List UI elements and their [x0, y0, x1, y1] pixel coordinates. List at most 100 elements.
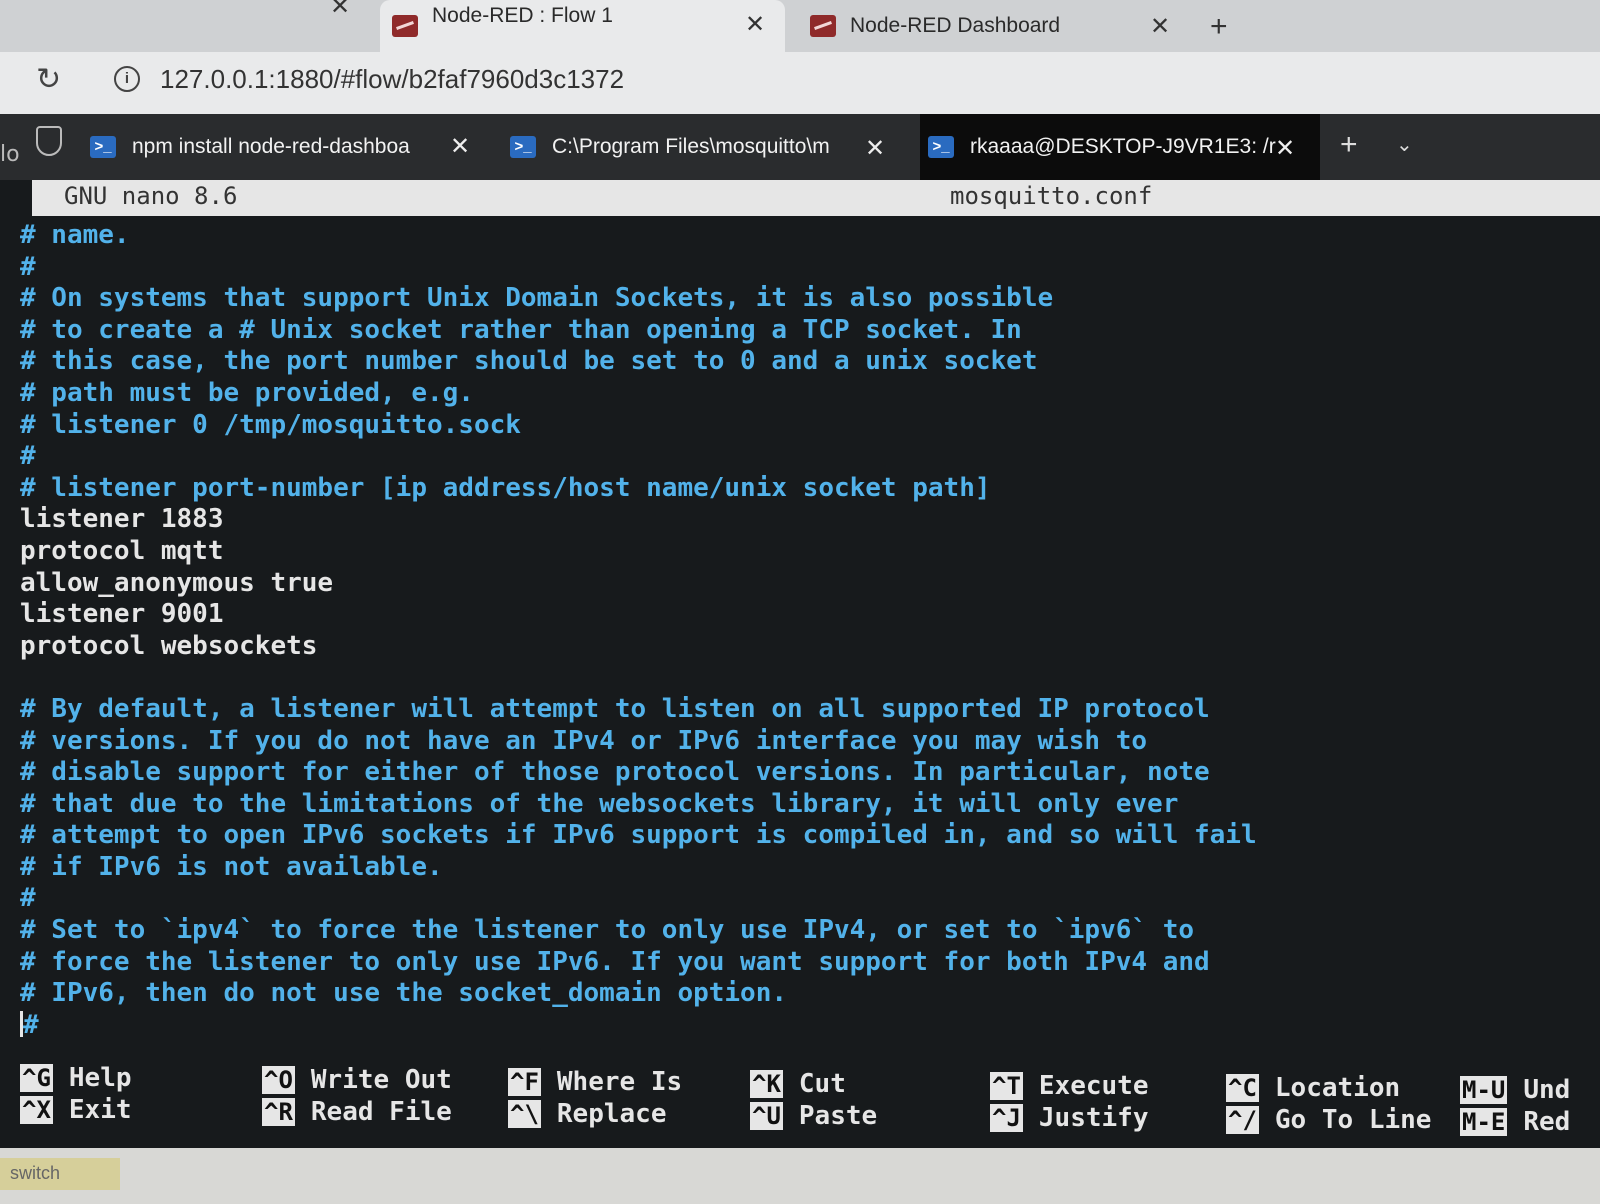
chevron-down-icon[interactable]: ⌄ — [1396, 132, 1413, 156]
shortcut-label: Help — [68, 1063, 132, 1093]
line-text: listener 9001 — [20, 599, 224, 630]
line-text: listener 1883 — [20, 504, 224, 535]
shortcut-key: ^\ — [508, 1100, 541, 1128]
comment-line: # to create a # Unix socket rather than … — [20, 315, 1580, 347]
comment-line: # listener port-number [ip address/host … — [20, 473, 1580, 505]
shortcut-label: Go To Line — [1274, 1105, 1432, 1135]
terminal-tab-npm[interactable]: >_ npm install node-red-dashboa ✕ — [90, 114, 490, 180]
shortcut-justify[interactable]: ^J Justify — [990, 1102, 1240, 1134]
node-red-icon — [392, 15, 418, 37]
shortcut-replace[interactable]: ^\ Replace — [508, 1098, 758, 1130]
background-app-strip: switch — [0, 1148, 1600, 1204]
comment-line: # listener 0 /tmp/mosquitto.sock — [20, 410, 1580, 442]
shortcut-go-to-line[interactable]: ^/ Go To Line — [1226, 1104, 1476, 1136]
shortcut-label: Execute — [1038, 1071, 1149, 1101]
shortcut-column: ^G Help ^X Exit — [20, 1062, 270, 1126]
terminal-tab-mosquitto[interactable]: >_ C:\Program Files\mosquitto\m ✕ — [510, 114, 910, 180]
line-text: # — [23, 1009, 39, 1040]
shortcut-label: Read File — [310, 1097, 452, 1127]
comment-line: # if IPv6 is not available. — [20, 852, 1580, 884]
shortcut-cut[interactable]: ^K Cut — [750, 1068, 1000, 1100]
config-line: protocol mqtt — [20, 536, 1580, 568]
tab-title: Node-RED : Flow 1 — [432, 4, 613, 27]
address-bar: ↻ i 127.0.0.1:1880/#flow/b2faf7960d3c137… — [0, 52, 1600, 114]
line-text: allow_anonymous true — [20, 567, 334, 598]
shortcut-label: Write Out — [310, 1065, 452, 1095]
tab-title: C:\Program Files\mosquitto\m — [552, 135, 830, 158]
shortcut-red[interactable]: M-E Red — [1460, 1106, 1600, 1138]
line-text: # On systems that support Unix Domain So… — [20, 283, 1054, 314]
config-line: listener 9001 — [20, 599, 1580, 631]
comment-line: # — [20, 883, 1580, 915]
line-text: # force the listener to only use IPv6. I… — [20, 946, 1210, 977]
line-text: # IPv6, then do not use the socket_domai… — [20, 978, 788, 1009]
nano-title-bar: GNU nano 8.6 mosquitto.conf — [32, 180, 1600, 216]
nano-version: GNU nano 8.6 — [64, 182, 238, 210]
config-line: protocol websockets — [20, 631, 1580, 663]
line-text: # listener 0 /tmp/mosquitto.sock — [20, 409, 521, 440]
close-icon[interactable]: ✕ — [745, 10, 765, 39]
terminal-icon: >_ — [928, 136, 954, 158]
shortcut-key: ^U — [750, 1102, 783, 1130]
shortcut-column: ^O Write Out ^R Read File — [262, 1064, 512, 1128]
shortcut-key: ^T — [990, 1072, 1023, 1100]
shortcut-column: ^C Location ^/ Go To Line — [1226, 1072, 1476, 1136]
browser-tab-node-red-flow[interactable]: Node-RED : Flow 1 ✕ — [380, 0, 785, 52]
comment-line: # By default, a listener will attempt to… — [20, 694, 1580, 726]
line-text: # listener port-number [ip address/host … — [20, 472, 991, 503]
line-text: # path must be provided, e.g. — [20, 377, 474, 408]
browser-tab-menu[interactable]: ✕ — [0, 0, 370, 52]
comment-line: # versions. If you do not have an IPv4 o… — [20, 726, 1580, 758]
terminal-icon: >_ — [510, 136, 536, 158]
shortcut-help[interactable]: ^G Help — [20, 1062, 270, 1094]
browser-tab-bar: ✕ Node-RED : Flow 1 ✕ Node-RED Dashboard… — [0, 0, 1600, 52]
comment-line: # IPv6, then do not use the socket_domai… — [20, 978, 1580, 1010]
shortcut-label: Paste — [798, 1101, 878, 1131]
comment-line: # On systems that support Unix Domain So… — [20, 283, 1580, 315]
close-icon[interactable]: ✕ — [330, 0, 350, 21]
comment-line: # path must be provided, e.g. — [20, 378, 1580, 410]
comment-line: # attempt to open IPv6 sockets if IPv6 s… — [20, 820, 1580, 852]
shortcut-read-file[interactable]: ^R Read File — [262, 1096, 512, 1128]
shortcut-key: ^F — [508, 1068, 541, 1096]
comment-line: # name. — [20, 220, 1580, 252]
shortcut-key: ^/ — [1226, 1106, 1259, 1134]
close-icon[interactable]: ✕ — [1150, 12, 1170, 41]
terminal-window: lo >_ npm install node-red-dashboa ✕ >_ … — [0, 114, 1600, 1204]
shortcut-key: ^C — [1226, 1074, 1259, 1102]
shortcut-key: M-E — [1460, 1108, 1508, 1136]
shortcut-column: M-U Und M-E Red — [1460, 1074, 1600, 1138]
line-text: # that due to the limitations of the web… — [20, 788, 1179, 819]
shortcut-key: M-U — [1460, 1076, 1508, 1104]
shortcut-column: ^F Where Is ^\ Replace — [508, 1066, 758, 1130]
config-line: listener 1883 — [20, 504, 1580, 536]
shortcut-where-is[interactable]: ^F Where Is — [508, 1066, 758, 1098]
shortcut-execute[interactable]: ^T Execute — [990, 1070, 1240, 1102]
shortcut-paste[interactable]: ^U Paste — [750, 1100, 1000, 1132]
new-terminal-tab-button[interactable]: + — [1340, 128, 1358, 162]
site-info-icon[interactable]: i — [114, 66, 140, 92]
nano-shortcut-bar: ^G Help ^X Exit ^O Write Out ^R Read File ^F Wher… — [20, 1062, 1600, 1142]
comment-line: # this case, the port number should be s… — [20, 346, 1580, 378]
shortcut-und[interactable]: M-U Und — [1460, 1074, 1600, 1106]
close-icon[interactable]: ✕ — [865, 134, 885, 163]
url-field[interactable]: 127.0.0.1:1880/#flow/b2faf7960d3c1372 — [160, 64, 624, 95]
shortcut-exit[interactable]: ^X Exit — [20, 1094, 270, 1126]
close-icon[interactable]: ✕ — [1275, 134, 1295, 163]
line-text: # — [20, 441, 36, 472]
browser-tab-node-red-dashboard[interactable]: Node-RED Dashboard ✕ — [800, 0, 1200, 52]
shortcut-location[interactable]: ^C Location — [1226, 1072, 1476, 1104]
comment-line: # — [20, 252, 1580, 284]
editor-buffer[interactable]: # name. # # On systems that support Unix D… — [20, 220, 1580, 1050]
line-text: # attempt to open IPv6 sockets if IPv6 s… — [20, 820, 1257, 851]
comment-line: # force the listener to only use IPv6. I… — [20, 947, 1580, 979]
reload-icon[interactable]: ↻ — [36, 62, 61, 97]
new-tab-button[interactable]: + — [1210, 10, 1228, 44]
comment-line: # — [20, 1010, 1580, 1042]
close-icon[interactable]: ✕ — [450, 132, 470, 161]
comment-line: # that due to the limitations of the web… — [20, 789, 1580, 821]
config-line: allow_anonymous true — [20, 568, 1580, 600]
shortcut-write-out[interactable]: ^O Write Out — [262, 1064, 512, 1096]
terminal-tab-wsl[interactable]: >_ rkaaaa@DESKTOP-J9VR1E3: /r ✕ — [920, 114, 1320, 180]
